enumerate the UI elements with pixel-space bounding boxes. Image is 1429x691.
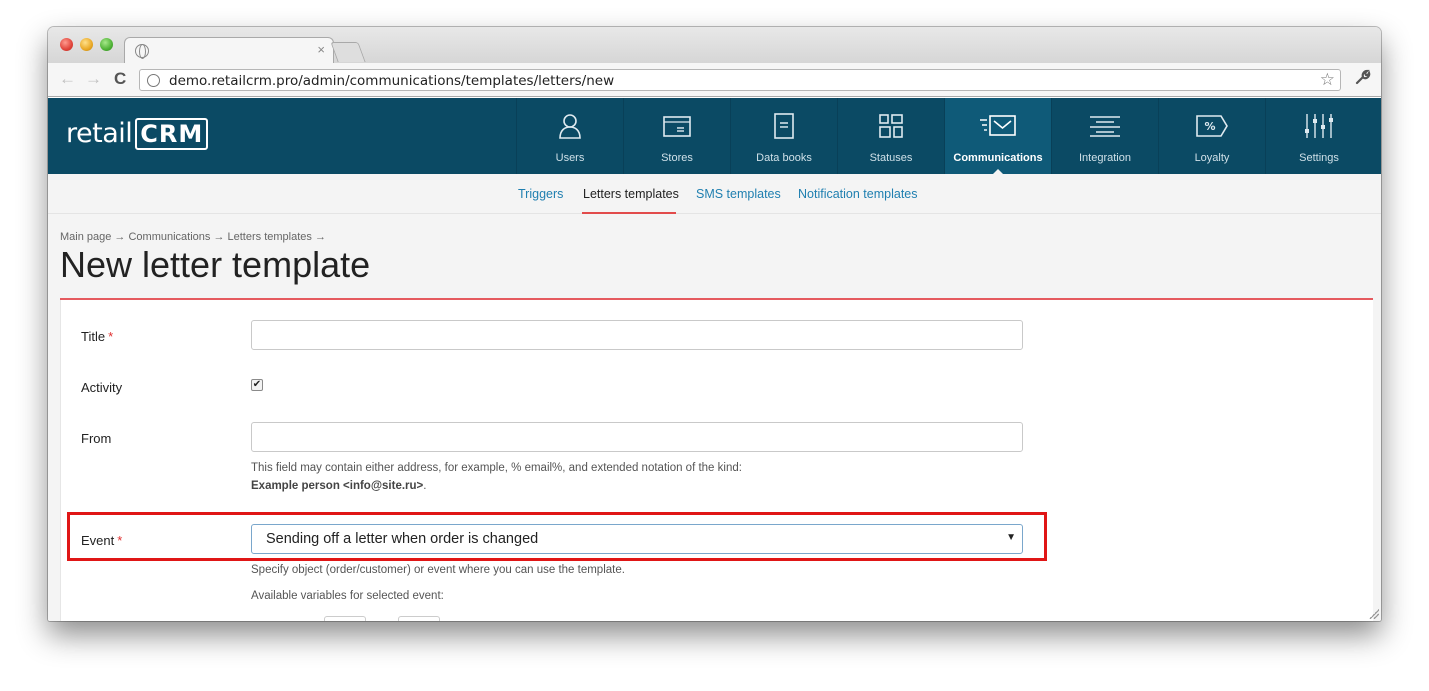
title-label: Title * (81, 329, 113, 344)
nav-item-integration[interactable]: Integration (1051, 98, 1158, 174)
nav-item-data-books[interactable]: Data books (730, 98, 837, 174)
close-window-button[interactable] (60, 38, 73, 51)
url-text: demo.retailcrm.pro/admin/communications/… (169, 73, 615, 89)
from-hint-example-bold: Example person <info@site.ru> (251, 480, 424, 492)
percent-tag-icon: % (1159, 112, 1265, 140)
browser-window: × ← → C demo.retailcrm.pro/admin/communi… (48, 27, 1381, 621)
address-bar[interactable]: demo.retailcrm.pro/admin/communications/… (139, 69, 1341, 91)
from-hint-example: Example person <info@site.ru>. (251, 480, 426, 492)
back-arrow-icon[interactable]: ← (59, 70, 76, 88)
nav-label: Integration (1079, 152, 1131, 164)
title-label-text: Title (81, 329, 106, 344)
title-input[interactable] (251, 320, 1023, 350)
forward-arrow-icon[interactable]: → (85, 70, 102, 88)
nav-label: Stores (661, 152, 693, 164)
main-nav: Users Stores Data books Statuses Communi… (516, 98, 1372, 175)
resize-grip-icon[interactable] (1369, 609, 1379, 619)
nav-label: Loyalty (1194, 152, 1230, 164)
tab-strip: × (48, 27, 1381, 64)
book-icon (731, 112, 837, 140)
nav-item-communications[interactable]: Communications (944, 98, 1051, 175)
tab-close-icon[interactable]: × (317, 42, 325, 57)
nav-label: Communications (953, 152, 1043, 164)
subnav-triggers[interactable]: Triggers (518, 187, 563, 201)
wrench-icon[interactable] (1355, 69, 1371, 90)
from-hint-end: . (423, 480, 427, 492)
zoom-window-button[interactable] (100, 38, 113, 51)
nav-label: Settings (1299, 152, 1339, 164)
nav-label: Users (555, 152, 585, 164)
page-viewport: retail CRM Users Stores Data books Statu… (48, 98, 1381, 621)
bookmark-star-icon[interactable]: ☆ (1320, 70, 1335, 90)
template-form: Title * Activity ✔ From This field may co… (60, 300, 1373, 621)
event-hint: Specify object (order/customer) or event… (251, 564, 625, 576)
subnav-letters-templates[interactable]: Letters templates (583, 187, 679, 201)
retailcrm-logo[interactable]: retail CRM (66, 118, 209, 150)
nav-item-users[interactable]: Users (516, 98, 623, 174)
activity-label: Activity (81, 380, 123, 395)
sliders-icon (1266, 112, 1372, 140)
active-subnav-underline (582, 212, 676, 214)
app-header: retail CRM Users Stores Data books Statu… (48, 98, 1381, 175)
mail-icon (945, 112, 1051, 140)
subnav-notification-templates[interactable]: Notification templates (798, 187, 918, 201)
variable-tab[interactable] (324, 616, 366, 621)
page-title: New letter template (60, 244, 371, 285)
store-icon (624, 112, 730, 140)
globe-icon (135, 44, 149, 59)
required-mark: * (108, 329, 114, 344)
nav-item-loyalty[interactable]: % Loyalty (1158, 98, 1265, 174)
grid-icon (838, 112, 944, 140)
nav-label: Data books (756, 152, 812, 164)
browser-toolbar: ← → C demo.retailcrm.pro/admin/communica… (48, 63, 1381, 97)
sub-nav: Triggers Letters templates SMS templates… (48, 174, 1381, 214)
from-label: From (81, 431, 112, 446)
from-input[interactable] (251, 422, 1023, 452)
new-tab-button[interactable] (330, 42, 366, 62)
variable-tab[interactable] (398, 616, 440, 621)
activity-checkbox[interactable]: ✔ (251, 379, 263, 391)
from-hint: This field may contain either address, f… (251, 462, 742, 474)
minimize-window-button[interactable] (80, 38, 93, 51)
nav-item-stores[interactable]: Stores (623, 98, 730, 174)
nav-label: Statuses (869, 152, 913, 164)
svg-text:%: % (1204, 120, 1215, 133)
reload-icon[interactable]: C (114, 70, 126, 88)
logo-text: retail (66, 118, 133, 149)
variables-label: Available variables for selected event: (251, 590, 444, 602)
integration-icon (1052, 112, 1158, 140)
subnav-sms-templates[interactable]: SMS templates (696, 187, 781, 201)
breadcrumb[interactable]: Main page → Communications → Letters tem… (60, 231, 326, 243)
browser-tab[interactable]: × (124, 37, 334, 64)
page-icon (147, 74, 160, 87)
user-icon (517, 112, 623, 140)
nav-item-statuses[interactable]: Statuses (837, 98, 944, 174)
nav-item-settings[interactable]: Settings (1265, 98, 1372, 174)
event-highlight-box (67, 512, 1047, 561)
logo-crm-text: CRM (135, 118, 209, 150)
